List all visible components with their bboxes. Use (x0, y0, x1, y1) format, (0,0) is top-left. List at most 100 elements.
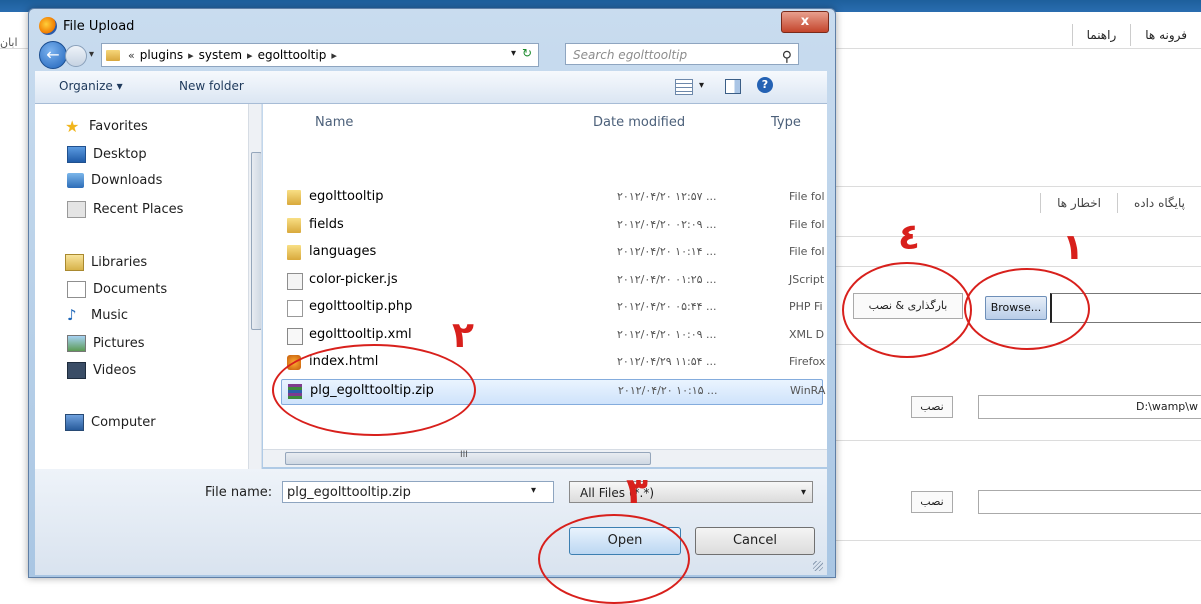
xml-file-icon (287, 327, 303, 345)
annotation-number-4: ٤ (898, 217, 920, 258)
nav-computer[interactable]: Computer (65, 414, 156, 431)
file-date: ۲۰۱۲/۰۴/۲۹ ۱۱:۵۴ ... (617, 355, 717, 368)
search-placeholder: Search egolttooltip (573, 48, 688, 62)
nav-label: Recent Places (93, 202, 184, 217)
file-date: ۲۰۱۲/۰۴/۲۰ ۱۰:۰۹ ... (617, 327, 717, 341)
desktop-icon (67, 146, 86, 163)
nav-documents[interactable]: Documents (67, 281, 167, 298)
file-date: ۲۰۱۲/۰۴/۲۰ ۰۲:۰۹ ... (617, 217, 717, 231)
nav-favorites[interactable]: ★ Favorites (65, 118, 148, 135)
nav-music[interactable]: ♪ Music (67, 308, 128, 324)
help-icon[interactable]: ? (757, 77, 773, 93)
breadcrumb-egolttooltip[interactable]: egolttooltip (256, 48, 329, 62)
chevron-down-icon[interactable]: ▾ (531, 485, 536, 496)
nav-label: Videos (93, 363, 137, 378)
chevron-down-icon: ▾ (800, 487, 806, 498)
nav-videos[interactable]: Videos (67, 362, 136, 379)
file-row[interactable]: egolttooltip ۲۰۱۲/۰۴/۲۰ ۱۲:۵۷ ... File fol (281, 186, 825, 210)
divider (836, 440, 1201, 441)
file-name: egolttooltip.xml (309, 326, 412, 342)
file-row[interactable]: fields ۲۰۱۲/۰۴/۲۰ ۰۲:۰۹ ... File fol (281, 214, 825, 238)
file-date: ۲۰۱۲/۰۴/۲۰ ۰۱:۲۵ ... (617, 272, 717, 286)
breadcrumb-plugins[interactable]: plugins (138, 48, 185, 62)
menu-item-extensions[interactable]: فرونه ها (1130, 24, 1201, 46)
file-row[interactable]: egolttooltip.php ۲۰۱۲/۰۴/۲۰ ۰۵:۴۴ ... PHP … (281, 296, 823, 320)
nav-label: Desktop (93, 147, 147, 162)
chevron-right-icon[interactable]: ▸ (185, 49, 197, 62)
search-icon[interactable]: ⚲ (782, 46, 792, 68)
file-type: WinRA (790, 383, 826, 397)
nav-desktop[interactable]: Desktop (67, 146, 147, 163)
dialog-footer: File name: plg_egolttooltip.zip ▾ All Fi… (35, 469, 827, 575)
annotation-circle-upload (842, 262, 972, 358)
refresh-icon[interactable]: ↻ (518, 46, 536, 62)
view-options-icon[interactable] (675, 79, 693, 95)
chevron-right-icon[interactable]: ▸ (328, 49, 340, 62)
annotation-number-1: ۱ (1062, 227, 1084, 268)
dialog-titlebar: File Upload (39, 15, 134, 37)
address-bar[interactable]: « plugins ▸ system ▸ egolttooltip ▸ ▾ ↻ (101, 43, 539, 67)
file-date: ۲۰۱۲/۰۴/۲۰ ۱۲:۵۷ ... (617, 190, 717, 203)
resize-grip-icon[interactable] (813, 561, 823, 571)
nav-label: Computer (91, 415, 156, 430)
file-type: JScript (789, 272, 825, 286)
chevron-down-icon[interactable]: ▾ (699, 80, 704, 91)
url-input[interactable] (978, 490, 1201, 514)
forward-button[interactable] (65, 45, 87, 67)
chevron-down-icon[interactable]: ▾ (511, 48, 516, 59)
cancel-button[interactable]: Cancel (695, 527, 815, 555)
column-header-type[interactable]: Type (771, 108, 801, 138)
file-type: File fol (789, 217, 825, 231)
file-type: File fol (789, 190, 825, 203)
breadcrumb-system[interactable]: system (197, 48, 244, 62)
file-upload-dialog: File Upload x ← ▾ « plugins ▸ system ▸ e… (28, 8, 836, 578)
column-header-date[interactable]: Date modified (593, 108, 685, 138)
menu-item-help[interactable]: راهنما (1071, 24, 1131, 46)
file-type-select[interactable]: All Files (*.*) ▾ (569, 481, 813, 503)
directory-path-input[interactable]: D:\wamp\w (978, 395, 1201, 419)
nav-pictures[interactable]: Pictures (67, 335, 144, 352)
tab-database[interactable]: پایگاه داده (1116, 193, 1201, 213)
nav-label: Libraries (91, 255, 148, 270)
file-date: ۲۰۱۲/۰۴/۲۰ ۱۰:۱۴ ... (617, 245, 717, 258)
nav-downloads[interactable]: Downloads (67, 173, 162, 188)
nav-label: Favorites (89, 119, 148, 134)
navigation-pane: ★ Favorites Desktop Downloads Recent Pla… (35, 104, 262, 469)
preview-pane-icon[interactable] (725, 79, 741, 94)
horizontal-scrollbar-thumb[interactable]: III (285, 450, 651, 465)
nav-scrollbar-thumb[interactable] (251, 152, 261, 330)
divider (836, 236, 1201, 237)
new-folder-button[interactable]: New folder (179, 79, 244, 93)
breadcrumb-overflow[interactable]: « (125, 49, 138, 62)
nav-recent-places[interactable]: Recent Places (67, 201, 183, 218)
nav-label: Downloads (91, 173, 163, 188)
file-row[interactable]: languages ۲۰۱۲/۰۴/۲۰ ۱۰:۱۴ ... File fol (281, 241, 825, 265)
file-name-input[interactable]: plg_egolttooltip.zip (282, 481, 554, 503)
page-tabs: پایگاه داده اخطار ها (1040, 193, 1201, 213)
back-button[interactable]: ← (39, 41, 67, 69)
js-file-icon (287, 272, 303, 290)
install-button[interactable]: نصب (911, 396, 953, 418)
documents-icon (67, 281, 86, 298)
videos-icon (67, 362, 86, 379)
nav-libraries[interactable]: Libraries (65, 254, 147, 271)
file-name: fields (309, 216, 344, 232)
file-name: egolttooltip.php (309, 299, 413, 314)
tab-warnings[interactable]: اخطار ها (1040, 193, 1117, 213)
scroll-grip: III (460, 450, 468, 460)
file-type: Firefox (789, 355, 826, 368)
organize-button[interactable]: Organize ▾ (59, 79, 123, 93)
file-name-label: File name: (205, 485, 273, 500)
column-header-name[interactable]: Name (315, 108, 353, 138)
recent-pages-dropdown[interactable]: ▾ (89, 49, 94, 60)
libraries-icon (65, 254, 84, 271)
annotation-number-3: ۳ (626, 471, 648, 512)
annotation-number-2: ۲ (452, 315, 474, 356)
file-type: File fol (789, 245, 825, 258)
install-button[interactable]: نصب (911, 491, 953, 513)
close-button[interactable]: x (781, 11, 829, 33)
file-row[interactable]: color-picker.js ۲۰۱۲/۰۴/۲۰ ۰۱:۲۵ ... JScri… (281, 269, 825, 293)
chevron-right-icon[interactable]: ▸ (244, 49, 256, 62)
command-toolbar: Organize ▾ New folder ▾ ? (35, 71, 827, 104)
search-input[interactable]: Search egolttooltip ⚲ (565, 43, 799, 65)
